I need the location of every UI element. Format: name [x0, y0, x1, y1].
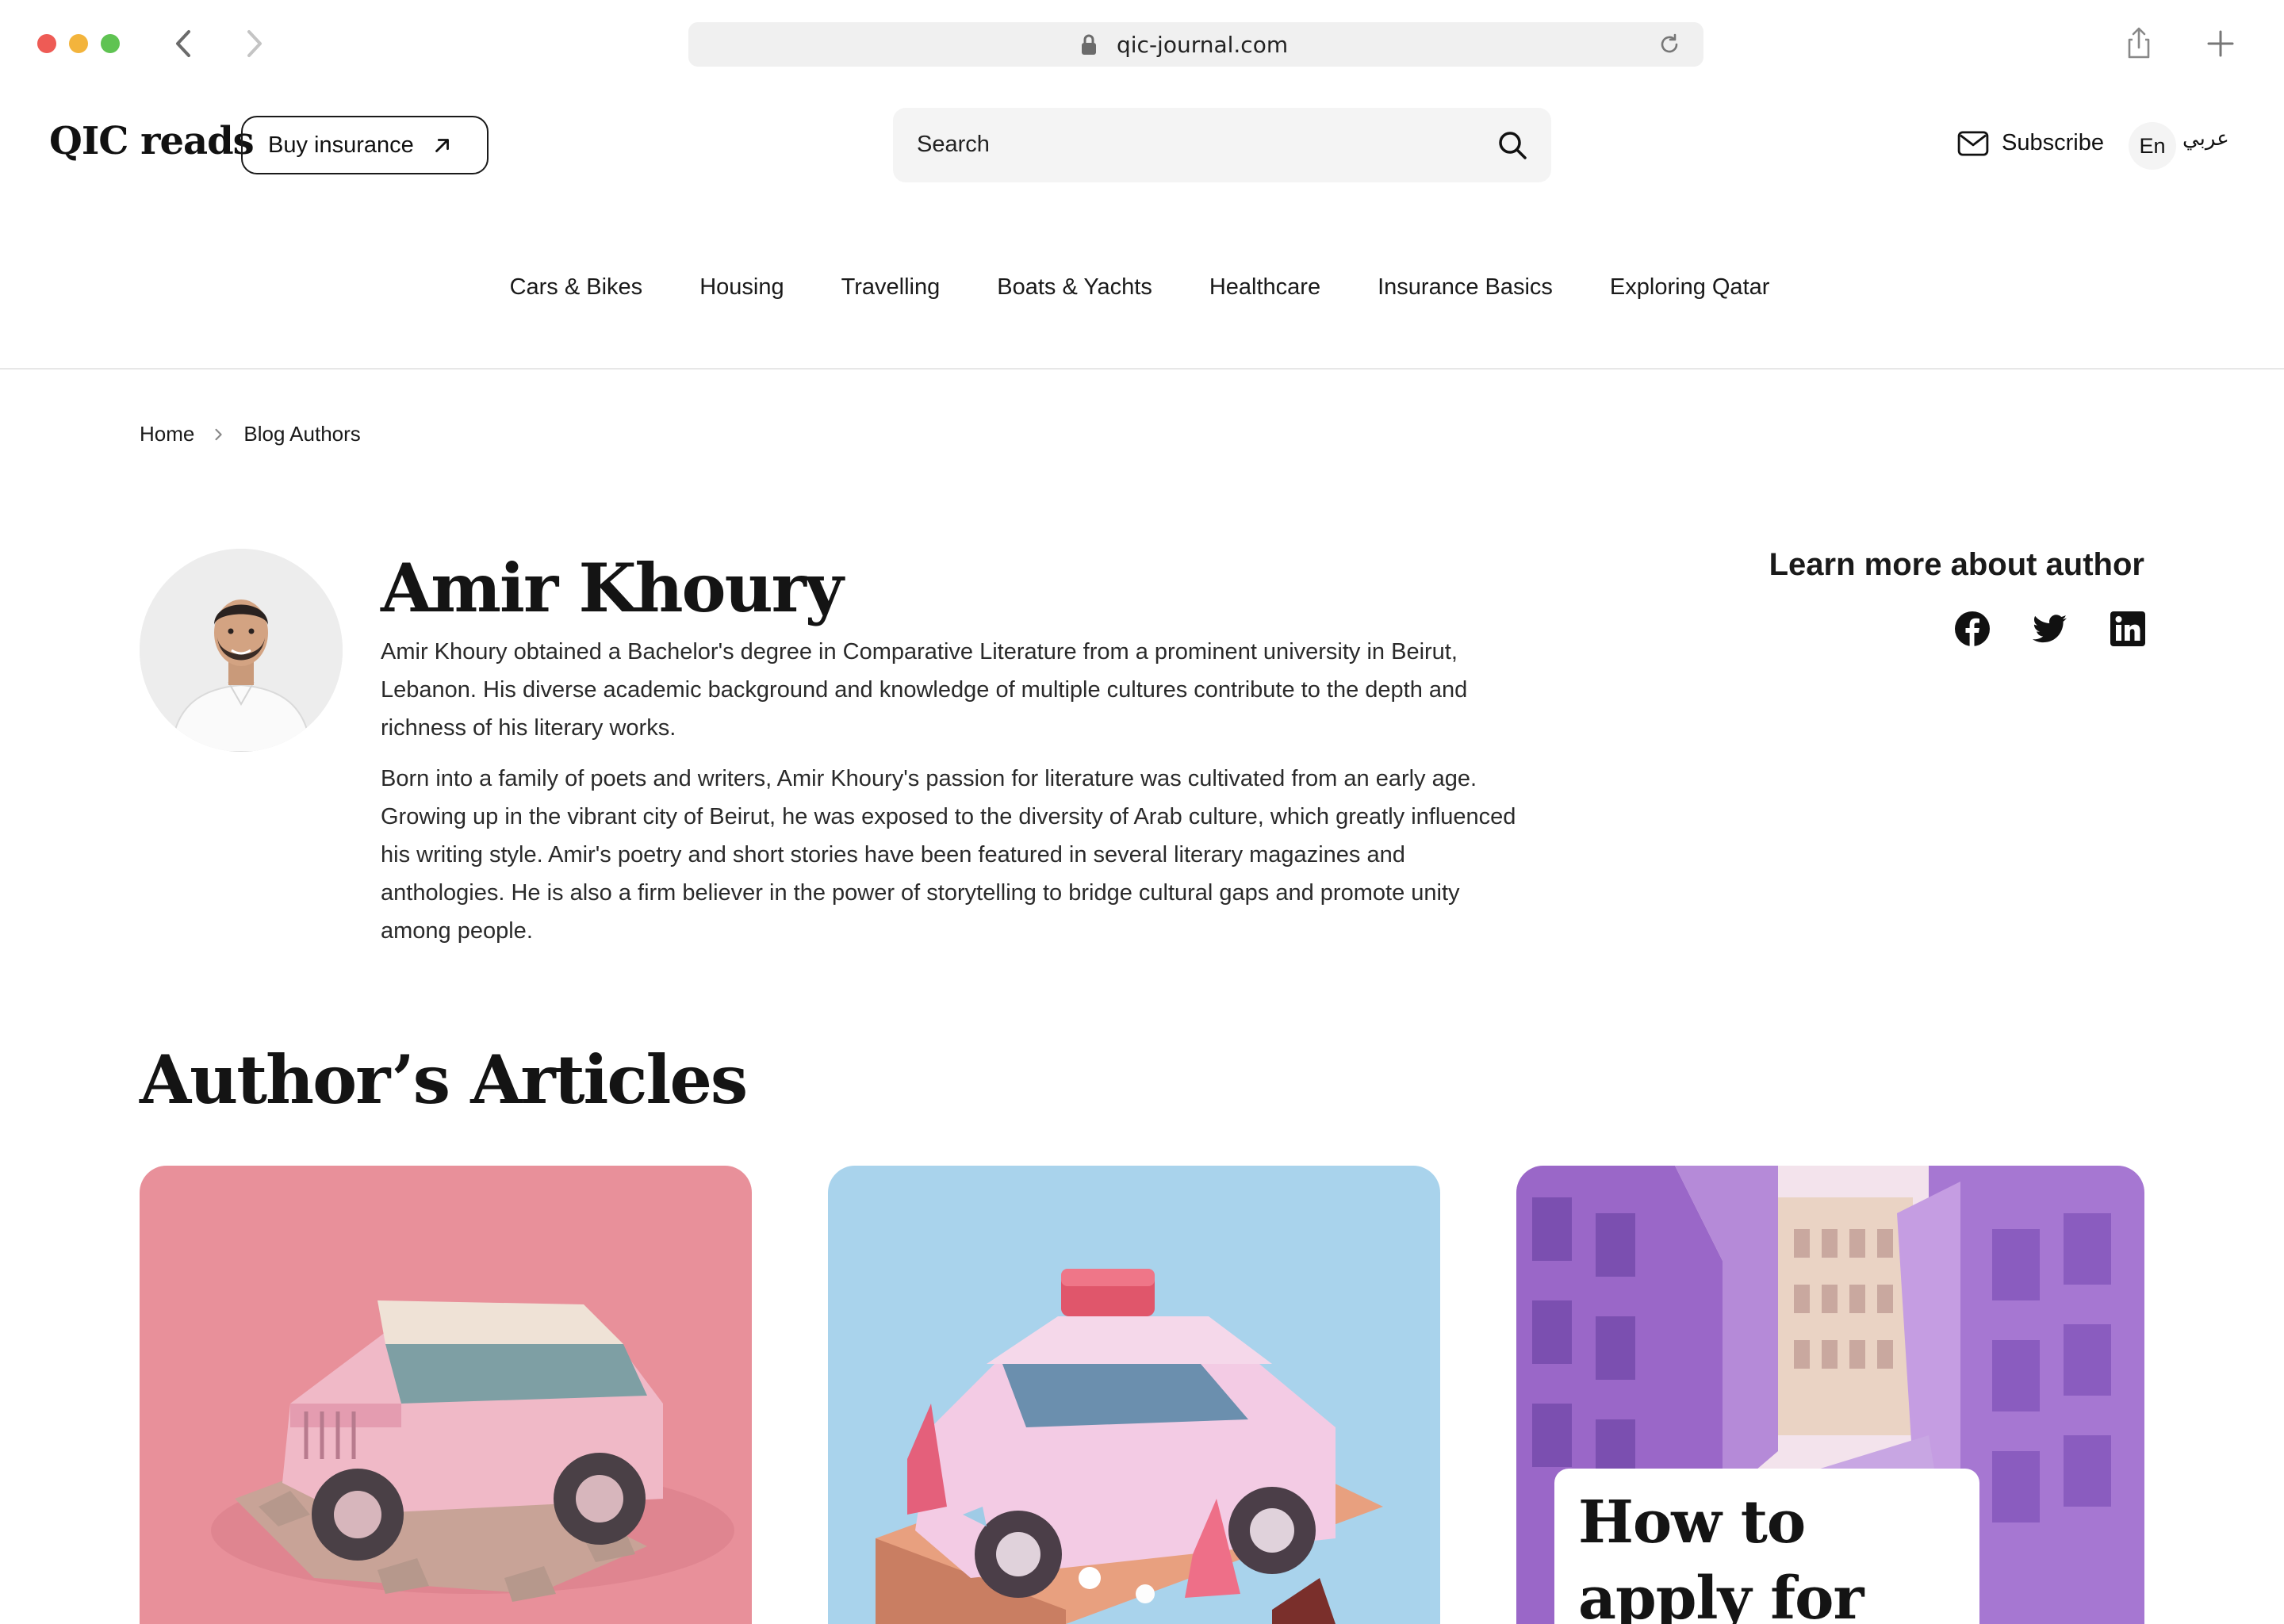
- back-icon[interactable]: [168, 25, 200, 62]
- articles-heading: Author’s Articles: [140, 1040, 748, 1119]
- forward-icon[interactable]: [238, 25, 270, 62]
- buy-insurance-button[interactable]: Buy insurance: [241, 116, 489, 174]
- nav-item-cars-bikes[interactable]: Cars & Bikes: [510, 274, 643, 301]
- article-card[interactable]: [140, 1166, 752, 1624]
- search-input[interactable]: Search: [893, 108, 1551, 182]
- close-window-button[interactable]: [37, 34, 56, 53]
- new-tab-icon[interactable]: [2201, 24, 2240, 63]
- browser-chrome: qic-journal.com: [0, 0, 2284, 89]
- address-bar[interactable]: qic-journal.com: [688, 22, 1703, 67]
- lock-icon: [1080, 33, 1098, 56]
- nav-item-exploring-qatar[interactable]: Exploring Qatar: [1610, 274, 1770, 301]
- article-card[interactable]: How to apply for family visit: [1516, 1166, 2144, 1624]
- learn-more-heading: Learn more about author: [1769, 547, 2144, 582]
- breadcrumb-home[interactable]: Home: [140, 422, 194, 446]
- article-image-taxi: [828, 1166, 1440, 1624]
- minimize-window-button[interactable]: [69, 34, 88, 53]
- language-en-button[interactable]: En: [2129, 122, 2176, 170]
- subscribe-button[interactable]: Subscribe: [1957, 130, 2104, 156]
- maximize-window-button[interactable]: [101, 34, 120, 53]
- linkedin-icon[interactable]: [2110, 611, 2146, 647]
- arrow-up-right-icon: [435, 139, 449, 152]
- nav-item-healthcare[interactable]: Healthcare: [1209, 274, 1320, 301]
- buy-insurance-label: Buy insurance: [268, 132, 414, 158]
- twitter-icon[interactable]: [2032, 611, 2068, 647]
- search-placeholder: Search: [917, 132, 990, 157]
- chevron-right-icon: [215, 428, 223, 440]
- nav-item-insurance-basics[interactable]: Insurance Basics: [1378, 274, 1553, 301]
- author-name: Amir Khoury: [381, 549, 844, 627]
- author-bio-paragraph: Born into a family of poets and writers,…: [381, 766, 1516, 944]
- nav-item-travelling[interactable]: Travelling: [841, 274, 941, 301]
- site-logo[interactable]: QIC reads: [49, 119, 255, 163]
- category-nav: Cars & Bikes Housing Travelling Boats & …: [0, 274, 2284, 301]
- author-bio-paragraph: Amir Khoury obtained a Bachelor's degree…: [381, 639, 1468, 741]
- mail-icon: [1957, 130, 1989, 156]
- language-ar-button[interactable]: عربي: [2182, 127, 2229, 151]
- subscribe-label: Subscribe: [2002, 130, 2104, 155]
- article-image-jeep: [140, 1166, 752, 1624]
- url-text: qic-journal.com: [1117, 32, 1289, 58]
- share-icon[interactable]: [2119, 24, 2159, 63]
- social-links: [1954, 611, 2146, 647]
- facebook-icon[interactable]: [1954, 611, 1991, 647]
- search-icon[interactable]: [1496, 128, 1529, 162]
- article-card[interactable]: [828, 1166, 1440, 1624]
- breadcrumb-current: Blog Authors: [243, 422, 361, 446]
- header-divider: [0, 368, 2284, 370]
- breadcrumb: Home Blog Authors: [140, 422, 361, 446]
- author-avatar: [140, 549, 343, 752]
- nav-item-boats-yachts[interactable]: Boats & Yachts: [997, 274, 1152, 301]
- article-card-title[interactable]: How to apply for family visit: [1554, 1469, 1979, 1624]
- reload-icon[interactable]: [1657, 33, 1681, 56]
- nav-item-housing[interactable]: Housing: [699, 274, 784, 301]
